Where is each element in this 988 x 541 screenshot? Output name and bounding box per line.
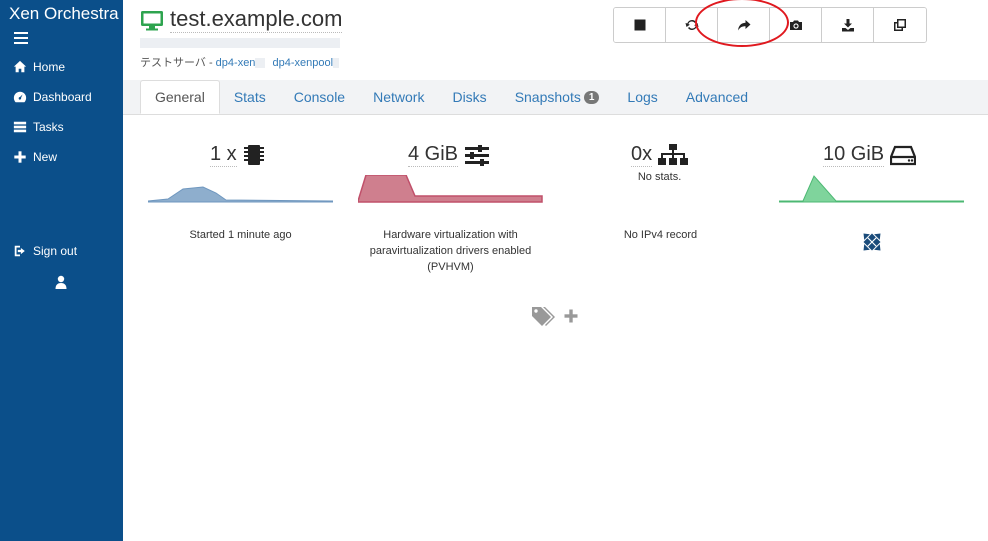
tab-network[interactable]: Network <box>359 80 438 114</box>
tab-snapshots[interactable]: Snapshots 1 <box>501 80 614 114</box>
stop-icon <box>634 19 645 31</box>
copy-button[interactable] <box>874 8 926 42</box>
sign-out-label: Sign out <box>33 244 78 258</box>
sliders-icon <box>465 145 490 166</box>
home-icon <box>13 60 27 73</box>
redacted-block <box>333 58 340 69</box>
restart-icon <box>685 20 698 30</box>
redacted-block <box>255 58 266 69</box>
sidebar-item-new[interactable]: New <box>13 150 57 164</box>
stop-button[interactable] <box>614 8 666 42</box>
app-title[interactable]: Xen Orchestra <box>9 4 119 24</box>
sign-out-icon <box>14 245 25 257</box>
network-stat: 0x No stats. <box>631 143 689 183</box>
tab-advanced[interactable]: Advanced <box>672 80 762 114</box>
plus-icon <box>14 151 26 163</box>
tasks-icon <box>13 121 27 133</box>
tab-disks[interactable]: Disks <box>438 80 500 114</box>
vm-path-prefix: テストサーバ - <box>140 57 216 69</box>
tab-general[interactable]: General <box>140 80 220 114</box>
memory-stat: 4 GiB <box>408 143 490 167</box>
uptime-text: Started 1 minute ago <box>189 229 292 241</box>
sidebar-item-label: Dashboard <box>33 90 92 104</box>
vm-tabs: General Stats Console Network Disks Snap… <box>140 80 762 114</box>
disk-stat: 10 GiB <box>823 143 917 167</box>
sidebar-item-label: New <box>33 150 58 164</box>
menu-toggle-icon[interactable] <box>14 32 28 47</box>
disk-sparkline <box>779 175 964 203</box>
migrate-icon <box>737 20 750 31</box>
network-count[interactable]: 0x <box>631 143 653 167</box>
network-icon <box>658 144 689 165</box>
disk-size[interactable]: 10 GiB <box>823 143 885 167</box>
sidebar-item-label: Tasks <box>33 120 64 134</box>
dashboard-icon <box>13 91 27 103</box>
sign-out-link[interactable]: Sign out <box>13 244 77 258</box>
vm-location: テストサーバ - dp4-xen dp4-xenpool <box>140 54 340 70</box>
tab-logs[interactable]: Logs <box>613 80 671 114</box>
restart-button[interactable] <box>666 8 718 42</box>
ipv4-text: No IPv4 record <box>623 229 698 241</box>
vm-header: test.example.com テストサーバ - dp4-xen dp4-xe… <box>123 0 988 80</box>
network-no-stats: No stats. <box>637 171 682 183</box>
sidebar-item-dashboard[interactable]: Dashboard <box>13 90 92 104</box>
memory-sparkline <box>358 175 543 203</box>
tab-label: Snapshots <box>514 89 581 105</box>
sidebar-item-label: Home <box>33 60 66 74</box>
host-link[interactable]: dp4-xen <box>216 57 256 69</box>
tab-stats[interactable]: Stats <box>220 80 280 114</box>
snapshot-count-badge: 1 <box>583 90 600 104</box>
export-button[interactable] <box>822 8 874 42</box>
vm-action-toolbar <box>613 7 927 43</box>
centos-os-icon <box>863 233 881 251</box>
vm-description-redacted[interactable] <box>140 38 340 48</box>
cpu-stat: 1 x <box>210 143 265 167</box>
sidebar-item-home[interactable]: Home <box>13 60 65 74</box>
hdd-icon <box>890 145 917 166</box>
vm-name[interactable]: test.example.com <box>170 6 343 33</box>
tab-console[interactable]: Console <box>280 80 359 114</box>
sidebar: Xen Orchestra Home Dashboard Tasks New S… <box>0 0 123 541</box>
cpu-count[interactable]: 1 x <box>210 143 237 167</box>
snapshot-icon <box>789 20 802 30</box>
cpu-sparkline <box>148 186 333 203</box>
general-panel: 1 x Started 1 minute ago 4 GiB Hardware … <box>123 114 988 541</box>
sidebar-item-tasks[interactable]: Tasks <box>13 120 64 134</box>
pool-link[interactable]: dp4-xenpool <box>273 57 334 69</box>
user-icon[interactable] <box>55 275 67 289</box>
snapshot-button[interactable] <box>770 8 822 42</box>
vm-running-icon <box>141 11 163 31</box>
virtualization-mode-text: Hardware virtualization with paravirtual… <box>369 229 532 273</box>
tags-icon <box>532 307 555 326</box>
memory-size[interactable]: 4 GiB <box>408 143 459 167</box>
tags-area <box>531 306 579 326</box>
add-tag-icon[interactable] <box>563 308 579 324</box>
migrate-button[interactable] <box>718 8 770 42</box>
cpu-icon <box>243 145 264 165</box>
copy-icon <box>894 19 906 31</box>
download-icon <box>841 19 854 32</box>
